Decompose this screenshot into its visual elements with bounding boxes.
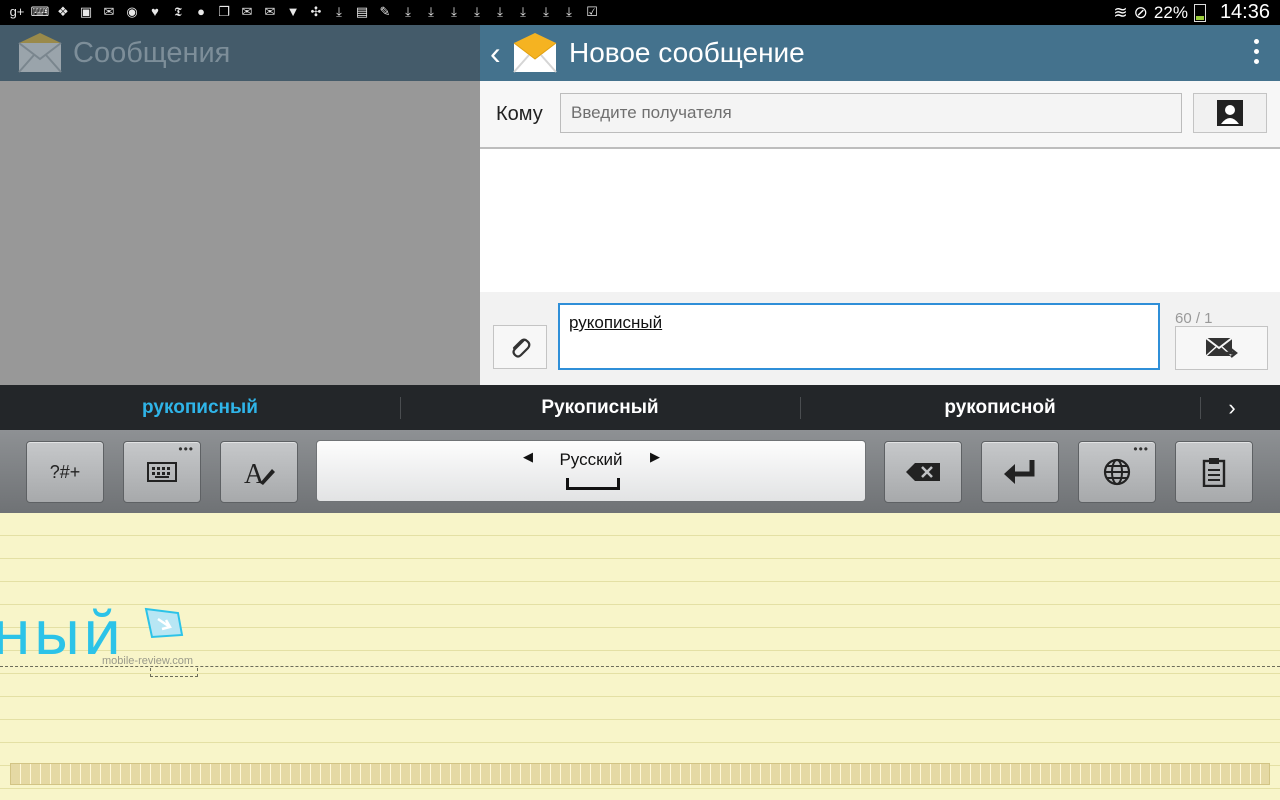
- send-button[interactable]: [1175, 326, 1268, 370]
- mail-icon: ✉: [103, 4, 115, 19]
- more-dots-icon: •••: [1133, 442, 1149, 456]
- keyboard-mode-key[interactable]: •••: [123, 441, 201, 503]
- chat-icon: ●: [197, 4, 205, 19]
- book-icon: ▤: [355, 4, 369, 19]
- send-message-icon: [1204, 337, 1238, 358]
- new-message-title: Новое сообщение: [569, 37, 805, 68]
- compose-row: рукописный 60 / 1: [480, 292, 1280, 385]
- character-counter: 60 / 1: [1175, 310, 1213, 327]
- conversation-list[interactable]: [0, 81, 480, 385]
- writing-baseline: [0, 666, 1280, 667]
- dropbox-icon: ❖: [57, 4, 69, 19]
- download-icon: ⤓: [566, 4, 572, 19]
- mail-icon: ✉: [264, 4, 276, 19]
- space-icon: [566, 478, 620, 490]
- wifi-icon: ≋: [1113, 2, 1128, 22]
- shop-icon: ▼: [286, 4, 300, 19]
- pin-icon: ✎: [379, 4, 391, 19]
- contact-icon: [1217, 100, 1243, 126]
- backspace-icon: [906, 463, 940, 481]
- chrome-icon: ◉: [126, 4, 138, 19]
- globe-icon: [1103, 458, 1131, 486]
- clock: 14:36: [1219, 1, 1270, 23]
- handwriting-pad[interactable]: ный mobile-review.com: [0, 513, 1280, 800]
- writing-guide-box: [150, 668, 198, 677]
- next-language-icon[interactable]: ▶: [650, 449, 660, 465]
- attach-button[interactable]: [493, 325, 547, 369]
- sync-icon: ✣: [310, 4, 322, 19]
- download-icon: ⤓: [520, 4, 526, 19]
- messages-header: Сообщения: [0, 25, 480, 81]
- download-icon: ⤓: [405, 4, 411, 19]
- paperclip-icon: [512, 338, 531, 358]
- download-icon: ⤓: [428, 4, 434, 19]
- backspace-key[interactable]: [884, 441, 962, 503]
- suggestion-bar: рукописный Рукописный рукописной ›: [0, 385, 1280, 430]
- battery-icon: [1193, 3, 1206, 22]
- do-not-disturb-icon: ⊘: [1133, 2, 1148, 22]
- mail-icon: ✉: [241, 4, 253, 19]
- battery-percent: 22%: [1153, 2, 1188, 22]
- enter-icon: [1004, 460, 1035, 484]
- clipboard-icon: [1202, 458, 1226, 487]
- twitter-icon: ♥: [151, 4, 159, 19]
- more-options-icon[interactable]: [1254, 39, 1260, 65]
- download-icon: ⤓: [451, 4, 457, 19]
- back-button[interactable]: ‹: [490, 35, 501, 72]
- new-message-envelope-icon: [513, 33, 557, 73]
- clipboard-key[interactable]: [1175, 441, 1253, 503]
- notification-icons: g+ ⌨ ❖ ▣ ✉ ◉ ♥ 𝕿 ● ❐ ✉ ✉ ▼ ✣ ⤓ ▤ ✎ ⤓ ⤓ ⤓…: [8, 3, 601, 21]
- suggestion-3[interactable]: рукописной: [800, 385, 1200, 430]
- more-suggestions-icon[interactable]: ›: [1200, 385, 1264, 430]
- more-dots-icon: •••: [178, 442, 194, 456]
- messages-title: Сообщения: [73, 37, 231, 69]
- keyboard-icon: [147, 462, 177, 482]
- recipient-row: Кому: [480, 81, 1280, 149]
- keyboard-icon: ⌨: [30, 4, 50, 19]
- recipient-input[interactable]: [560, 93, 1182, 133]
- space-key[interactable]: ◀ Русский ▶: [316, 440, 866, 502]
- messages-envelope-icon: [18, 33, 62, 73]
- download-icon: ⤓: [336, 4, 342, 19]
- message-text: рукописный: [569, 313, 663, 332]
- enter-key[interactable]: [981, 441, 1059, 503]
- language-key[interactable]: •••: [1078, 441, 1156, 503]
- window-icon: ❐: [218, 4, 230, 19]
- google-plus-icon: g+: [9, 4, 25, 19]
- keyboard-toolbar: ?#+ ••• A ◀ Русский ▶ •••: [0, 430, 1280, 513]
- message-thread-area: [480, 149, 1280, 292]
- suggestion-1[interactable]: рукописный: [0, 385, 400, 430]
- contacts-button[interactable]: [1193, 93, 1267, 133]
- download-icon: ⤓: [497, 4, 503, 19]
- download-icon: ⤓: [543, 4, 549, 19]
- to-label: Кому: [496, 103, 543, 125]
- pen-cursor-icon: [144, 607, 184, 639]
- news-icon: 𝕿: [174, 4, 182, 19]
- message-input[interactable]: рукописный: [558, 303, 1160, 370]
- symbols-key[interactable]: ?#+: [26, 441, 104, 503]
- new-message-header: ‹ Новое сообщение: [480, 25, 1280, 81]
- status-bar: g+ ⌨ ❖ ▣ ✉ ◉ ♥ 𝕿 ● ❐ ✉ ✉ ▼ ✣ ⤓ ▤ ✎ ⤓ ⤓ ⤓…: [0, 0, 1280, 25]
- handwriting-mode-key[interactable]: A: [220, 441, 298, 503]
- scroll-ruler[interactable]: [10, 763, 1270, 785]
- image-icon: ▣: [79, 4, 93, 19]
- handwriting-icon: A: [244, 459, 275, 487]
- suggestion-2[interactable]: Рукописный: [400, 385, 800, 430]
- check-icon: ☑: [586, 4, 598, 19]
- current-language: Русский: [559, 450, 623, 469]
- download-icon: ⤓: [474, 4, 480, 19]
